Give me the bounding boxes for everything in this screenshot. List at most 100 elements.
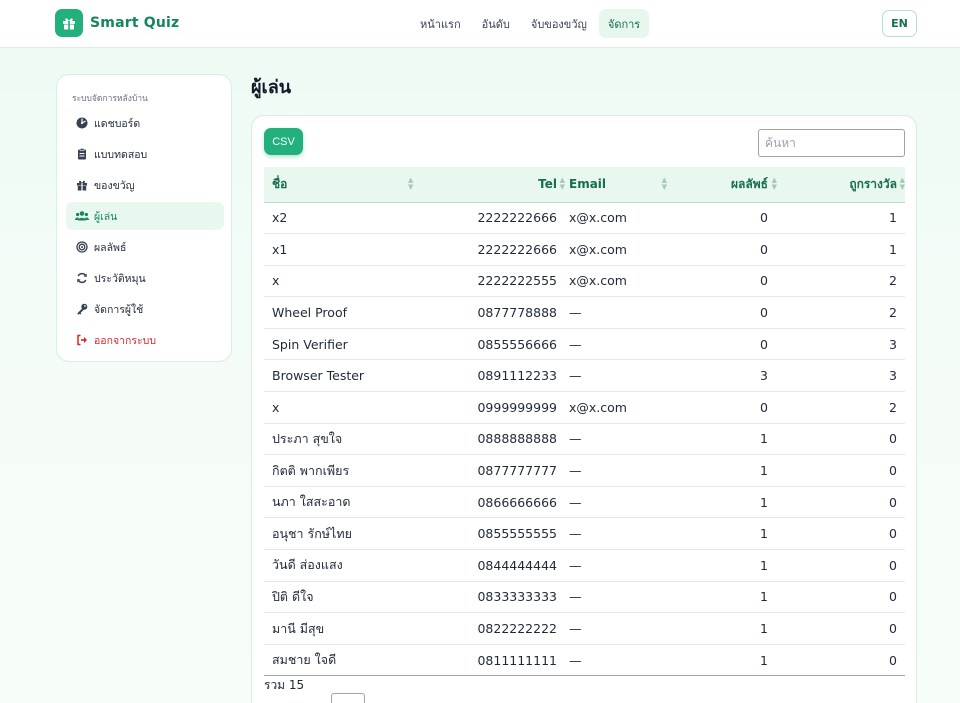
cell-results: 0 bbox=[760, 241, 768, 257]
cell-results: 0 bbox=[760, 273, 768, 289]
cell-prizes-won: 2 bbox=[889, 305, 897, 321]
cell-name: Browser Tester bbox=[272, 368, 365, 384]
sidebar-item-label: ผู้เล่น bbox=[94, 210, 118, 223]
cell-name: x2 bbox=[272, 210, 288, 226]
table-row[interactable]: มานี มีสุข 0822222222 — 1 0 bbox=[264, 613, 905, 645]
cell-prizes-won: 0 bbox=[889, 431, 897, 447]
cell-results: 1 bbox=[760, 652, 768, 668]
cell-email: x@x.com bbox=[569, 241, 627, 257]
players-card: CSV ชื่อ ▲▼ Tel ▲▼ Email ▲▼ ผลลัพธ์ ▲▼ bbox=[251, 115, 917, 703]
refresh-icon bbox=[75, 271, 89, 285]
sort-icon: ▲ ▼ bbox=[899, 176, 905, 191]
table-row[interactable]: อนุชา รักษ์ไทย 0855555555 — 1 0 bbox=[264, 518, 905, 550]
column-header-email[interactable]: Email ▲ ▼ bbox=[563, 167, 667, 203]
sidebar-item-user-management[interactable]: จัดการผู้ใช้ bbox=[66, 295, 224, 323]
gift-icon bbox=[55, 9, 83, 37]
table-row[interactable]: นภา ใสสะอาด 0866666666 — 1 0 bbox=[264, 486, 905, 518]
cell-tel: 0888888888 bbox=[477, 431, 557, 447]
table-row[interactable]: x 0999999999 x@x.com 0 2 bbox=[264, 392, 905, 424]
cell-email: — bbox=[569, 336, 582, 352]
column-header-label: ถูกรางวัล bbox=[849, 176, 897, 191]
cell-tel: 0833333333 bbox=[477, 589, 557, 605]
csv-export-button[interactable]: CSV bbox=[264, 128, 303, 155]
cell-results: 1 bbox=[760, 463, 768, 479]
column-header-tel[interactable]: Tel ▲ ▼ bbox=[416, 167, 565, 203]
sidebar-item-label: แบบทดสอบ bbox=[94, 148, 148, 161]
table-row[interactable]: ประภา สุขใจ 0888888888 — 1 0 bbox=[264, 423, 905, 455]
cell-name: ประภา สุขใจ bbox=[272, 430, 343, 446]
cell-results: 1 bbox=[760, 494, 768, 510]
brand[interactable]: Smart Quiz bbox=[55, 9, 179, 37]
table-row[interactable]: x 2222222555 x@x.com 0 2 bbox=[264, 265, 905, 297]
sidebar-heading: ระบบจัดการหลังบ้าน bbox=[72, 94, 148, 104]
sidebar-item-quizzes[interactable]: แบบทดสอบ bbox=[66, 140, 224, 168]
table-row[interactable]: Wheel Proof 0877778888 — 0 2 bbox=[264, 297, 905, 329]
cell-name: Wheel Proof bbox=[272, 305, 347, 321]
cell-prizes-won: 2 bbox=[889, 273, 897, 289]
sidebar-item-label: ผลลัพธ์ bbox=[94, 241, 127, 254]
cell-name: x1 bbox=[272, 241, 288, 257]
table-header-row: ชื่อ ▲ ▼ Tel ▲ ▼ Email ▲ ▼ ผลลัพธ์ ▲ ▼ ถูกรา… bbox=[264, 167, 905, 203]
nav-gift-draw[interactable]: จับของขวัญ bbox=[522, 9, 596, 38]
cell-results: 1 bbox=[760, 589, 768, 605]
table-row[interactable]: สมชาย ใจดี 0811111111 — 1 0 bbox=[264, 644, 905, 676]
sidebar-item-results[interactable]: ผลลัพธ์ bbox=[66, 233, 224, 261]
cell-tel: 0855556666 bbox=[477, 336, 557, 352]
column-header-label: ผลลัพธ์ bbox=[731, 176, 768, 191]
brand-name: Smart Quiz bbox=[90, 15, 180, 31]
table-row[interactable]: กิตติ พากเพียร 0877777777 — 1 0 bbox=[264, 455, 905, 487]
cell-prizes-won: 0 bbox=[889, 463, 897, 479]
cell-results: 0 bbox=[760, 336, 768, 352]
nav-home[interactable]: หน้าแรก bbox=[411, 9, 470, 38]
cell-results: 0 bbox=[760, 210, 768, 226]
cell-tel: 0855555555 bbox=[477, 526, 557, 542]
nav-leaderboard[interactable]: อันดับ bbox=[473, 9, 519, 38]
cell-name: อนุชา รักษ์ไทย bbox=[272, 525, 352, 541]
table-row[interactable]: x2 2222222666 x@x.com 0 1 bbox=[264, 202, 905, 234]
table-row[interactable]: Browser Tester 0891112233 — 3 3 bbox=[264, 360, 905, 392]
table-row[interactable]: วันดี ส่องแสง 0844444444 — 1 0 bbox=[264, 550, 905, 582]
table-row[interactable]: x1 2222222666 x@x.com 0 1 bbox=[264, 234, 905, 266]
column-header-prizes-won[interactable]: ถูกรางวัล ▲ ▼ bbox=[778, 167, 905, 203]
nav-manage[interactable]: จัดการ bbox=[598, 9, 650, 38]
cell-name: x bbox=[272, 273, 280, 289]
cell-prizes-won: 0 bbox=[889, 589, 897, 605]
total-count: รวม 15 bbox=[264, 678, 305, 692]
cell-prizes-won: 0 bbox=[889, 494, 897, 510]
cell-prizes-won: 3 bbox=[889, 368, 897, 384]
cell-name: x bbox=[272, 399, 280, 415]
table-row[interactable]: ปิติ ดีใจ 0833333333 — 1 0 bbox=[264, 581, 905, 613]
sidebar-menu: แดชบอร์ด แบบทดสอบ ของขวัญ ผู้เล่น ผลลัพธ bbox=[66, 109, 224, 357]
cell-tel: 0891112233 bbox=[477, 368, 557, 384]
cell-prizes-won: 1 bbox=[889, 241, 897, 257]
table-row[interactable]: Spin Verifier 0855556666 — 0 3 bbox=[264, 328, 905, 360]
column-header-label: Tel bbox=[538, 177, 557, 192]
sidebar-item-gifts[interactable]: ของขวัญ bbox=[66, 171, 224, 199]
cell-tel: 0822222222 bbox=[477, 621, 557, 637]
logout-icon bbox=[75, 333, 89, 347]
sidebar-item-dashboard[interactable]: แดชบอร์ด bbox=[66, 109, 224, 137]
key-icon bbox=[75, 302, 89, 316]
cell-tel: 2222222555 bbox=[477, 273, 557, 289]
cell-results: 0 bbox=[760, 399, 768, 415]
cell-tel: 0844444444 bbox=[477, 557, 557, 573]
cell-email: — bbox=[569, 368, 582, 384]
sidebar-item-players[interactable]: ผู้เล่น bbox=[66, 202, 224, 230]
column-header-results[interactable]: ผลลัพธ์ ▲ ▼ bbox=[665, 167, 778, 203]
cell-prizes-won: 0 bbox=[889, 621, 897, 637]
users-icon bbox=[75, 209, 89, 223]
page-size-select[interactable] bbox=[331, 693, 365, 703]
column-header-name[interactable]: ชื่อ ▲ ▼ bbox=[264, 167, 416, 203]
sidebar-item-logout[interactable]: ออกจากระบบ bbox=[66, 326, 224, 354]
sidebar-item-label: ออกจากระบบ bbox=[94, 334, 156, 347]
page-title: ผู้เล่น bbox=[251, 77, 292, 98]
players-table: ชื่อ ▲ ▼ Tel ▲ ▼ Email ▲ ▼ ผลลัพธ์ ▲ ▼ ถูกรา… bbox=[264, 167, 905, 676]
cell-prizes-won: 0 bbox=[889, 526, 897, 542]
language-toggle-button[interactable]: EN bbox=[882, 10, 917, 37]
cell-email: — bbox=[569, 463, 582, 479]
search-input[interactable] bbox=[758, 129, 905, 157]
clipboard-icon bbox=[75, 147, 89, 161]
cell-email: — bbox=[569, 431, 582, 447]
sidebar-item-spin-history[interactable]: ประวัติหมุน bbox=[66, 264, 224, 292]
cell-email: — bbox=[569, 621, 582, 637]
